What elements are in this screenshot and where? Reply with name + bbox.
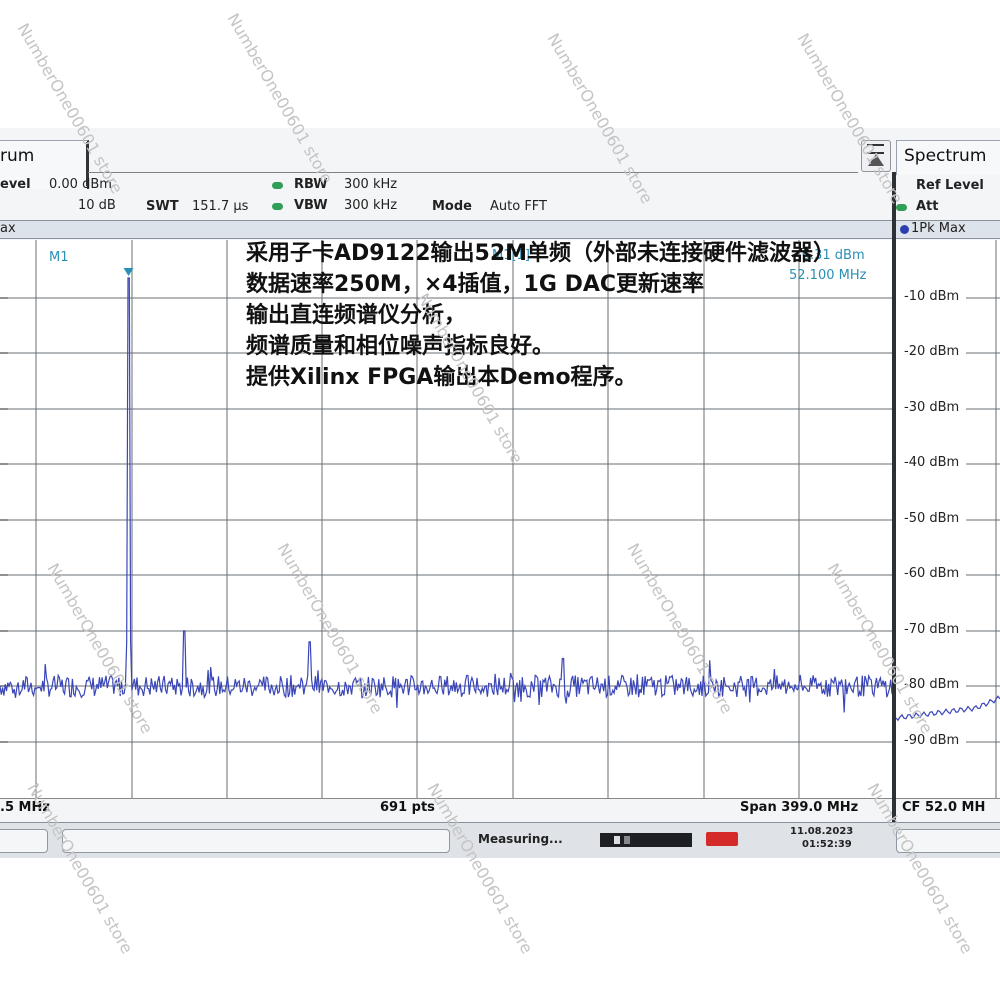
ref-level-label: evel bbox=[0, 177, 31, 192]
status-bar: Measuring... 11.08.2023 01:52:39 bbox=[0, 822, 1000, 858]
progress-segment bbox=[624, 836, 630, 844]
rbw-value: 300 kHz bbox=[344, 177, 398, 192]
y-tick-label: -40 dBm bbox=[904, 455, 960, 470]
y-tick-label: -60 dBm bbox=[904, 566, 960, 581]
vbw-led bbox=[272, 203, 283, 210]
right-att-led bbox=[896, 204, 907, 211]
mode-value: Auto FFT bbox=[490, 199, 547, 214]
overlay-annotation: 采用子卡AD9122输出52M单频（外部未连接硬件滤波器） 数据速率250M，×… bbox=[246, 241, 836, 390]
center-frequency: CF 52.0 MH bbox=[902, 800, 986, 815]
swt-value: 151.7 µs bbox=[192, 199, 249, 214]
status-field-1 bbox=[0, 829, 48, 853]
progress-segment bbox=[614, 836, 620, 844]
left-tab-title: rum bbox=[0, 146, 35, 166]
swt-label: SWT bbox=[146, 199, 179, 214]
right-att-label: Att bbox=[916, 199, 939, 214]
y-tick-label: -50 dBm bbox=[904, 511, 960, 526]
sweep-points: 691 pts bbox=[380, 800, 435, 815]
y-tick-label: -30 dBm bbox=[904, 400, 960, 415]
right-tab-title: Spectrum bbox=[904, 146, 987, 166]
trace-indicator-icon bbox=[900, 225, 909, 234]
vbw-label: VBW bbox=[294, 198, 328, 213]
att-value: 10 dB bbox=[78, 198, 116, 213]
right-trace-label: 1Pk Max bbox=[911, 221, 966, 236]
mode-label: Mode bbox=[432, 199, 472, 214]
y-tick-label: -70 dBm bbox=[904, 622, 960, 637]
rbw-led bbox=[272, 182, 283, 189]
marker-m1-label: M1 bbox=[49, 250, 69, 265]
span: Span 399.0 MHz bbox=[740, 800, 859, 815]
status-field-2 bbox=[62, 829, 450, 853]
lxi-logo-icon bbox=[706, 832, 738, 846]
y-tick-label: -10 dBm bbox=[904, 289, 960, 304]
status-date: 11.08.2023 bbox=[790, 826, 854, 837]
status-time: 01:52:39 bbox=[802, 839, 852, 850]
y-tick-label: -20 dBm bbox=[904, 344, 960, 359]
left-trace-label: ax bbox=[0, 221, 16, 236]
left-header-rule bbox=[88, 172, 858, 173]
progress-indicator bbox=[600, 833, 692, 847]
measuring-text: Measuring... bbox=[478, 832, 563, 846]
y-tick-label: -90 dBm bbox=[904, 733, 960, 748]
left-trace-bar bbox=[0, 220, 892, 239]
vbw-value: 300 kHz bbox=[344, 198, 398, 213]
right-ref-level-label: Ref Level bbox=[916, 178, 984, 193]
